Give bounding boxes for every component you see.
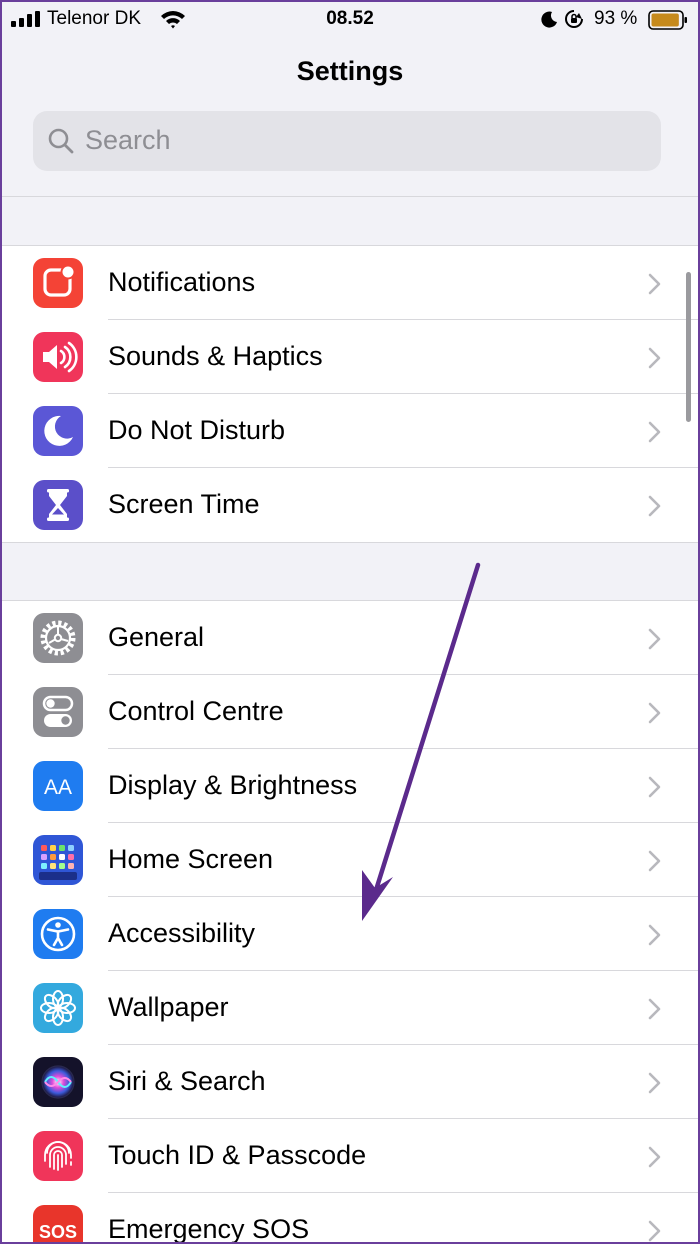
settings-row-display-brightness[interactable]: AA Display & Brightness — [2, 749, 698, 823]
settings-row-sounds-haptics[interactable]: Sounds & Haptics — [2, 320, 698, 394]
sos-icon: SOS — [33, 1205, 83, 1242]
chevron-right-icon — [648, 273, 661, 295]
settings-header: Settings Search — [2, 38, 698, 197]
chevron-right-icon — [648, 347, 661, 369]
settings-row-siri-search[interactable]: Siri & Search — [2, 1045, 698, 1119]
gear-icon — [33, 613, 83, 663]
settings-group-alerts: Notifications Sounds & Haptics Do Not Di… — [2, 245, 698, 542]
do-not-disturb-status-icon — [541, 11, 557, 28]
settings-row-label: Emergency SOS — [108, 1214, 310, 1244]
settings-row-do-not-disturb[interactable]: Do Not Disturb — [2, 394, 698, 468]
search-input[interactable]: Search — [33, 111, 661, 171]
text-size-icon: AA — [33, 761, 83, 811]
chevron-right-icon — [648, 924, 661, 946]
flower-icon — [33, 983, 83, 1033]
settings-row-label: Do Not Disturb — [108, 415, 286, 445]
search-placeholder: Search — [85, 125, 171, 155]
settings-row-notifications[interactable]: Notifications — [2, 246, 698, 320]
speaker-icon — [33, 332, 83, 382]
settings-row-label: Sounds & Haptics — [108, 341, 323, 371]
settings-row-general[interactable]: General — [2, 601, 698, 675]
chevron-right-icon — [648, 628, 661, 650]
section-gap — [2, 542, 698, 601]
fingerprint-icon — [33, 1131, 83, 1181]
search-icon — [48, 128, 74, 154]
settings-row-label: Notifications — [108, 267, 256, 297]
section-gap — [2, 197, 698, 245]
settings-row-label: Touch ID & Passcode — [108, 1140, 367, 1170]
settings-row-label: Wallpaper — [108, 992, 229, 1022]
chevron-right-icon — [648, 850, 661, 872]
settings-row-label: Siri & Search — [108, 1066, 266, 1096]
moon-icon — [33, 406, 83, 456]
chevron-right-icon — [648, 702, 661, 724]
chevron-right-icon — [648, 421, 661, 443]
scroll-indicator[interactable] — [686, 272, 691, 422]
settings-row-accessibility[interactable]: Accessibility — [2, 897, 698, 971]
siri-icon — [33, 1057, 83, 1107]
settings-row-label: Accessibility — [108, 918, 256, 948]
accessibility-icon — [33, 909, 83, 959]
notifications-icon — [33, 258, 83, 308]
battery-icon — [648, 10, 687, 30]
settings-row-label: Display & Brightness — [108, 770, 358, 800]
settings-row-control-centre[interactable]: Control Centre — [2, 675, 698, 749]
settings-screen: Telenor DK 08.52 93 % Settings Search No… — [0, 0, 700, 1244]
toggles-icon — [33, 687, 83, 737]
settings-row-home-screen[interactable]: Home Screen — [2, 823, 698, 897]
chevron-right-icon — [648, 1146, 661, 1168]
chevron-right-icon — [648, 1220, 661, 1242]
settings-row-label: Home Screen — [108, 844, 274, 874]
settings-row-emergency-sos[interactable]: SOS Emergency SOS — [2, 1193, 698, 1244]
chevron-right-icon — [648, 1072, 661, 1094]
text-size-icon-label: AA — [44, 776, 72, 799]
settings-row-label: General — [108, 622, 205, 652]
settings-row-label: Screen Time — [108, 489, 260, 519]
battery-percentage: 93 % — [594, 8, 638, 29]
hourglass-icon — [33, 480, 83, 530]
sos-icon-label: SOS — [39, 1222, 77, 1242]
status-bar: Telenor DK 08.52 93 % — [2, 2, 698, 38]
settings-row-label: Control Centre — [108, 696, 284, 726]
settings-row-screen-time[interactable]: Screen Time — [2, 468, 698, 542]
chevron-right-icon — [648, 495, 661, 517]
app-grid-icon — [33, 835, 83, 885]
settings-row-touch-id-passcode[interactable]: Touch ID & Passcode — [2, 1119, 698, 1193]
chevron-right-icon — [648, 998, 661, 1020]
orientation-lock-icon — [565, 10, 583, 28]
chevron-right-icon — [648, 776, 661, 798]
settings-row-wallpaper[interactable]: Wallpaper — [2, 971, 698, 1045]
page-title: Settings — [296, 56, 404, 86]
settings-group-system: General Control Centre AA Display & Brig… — [2, 600, 698, 1244]
